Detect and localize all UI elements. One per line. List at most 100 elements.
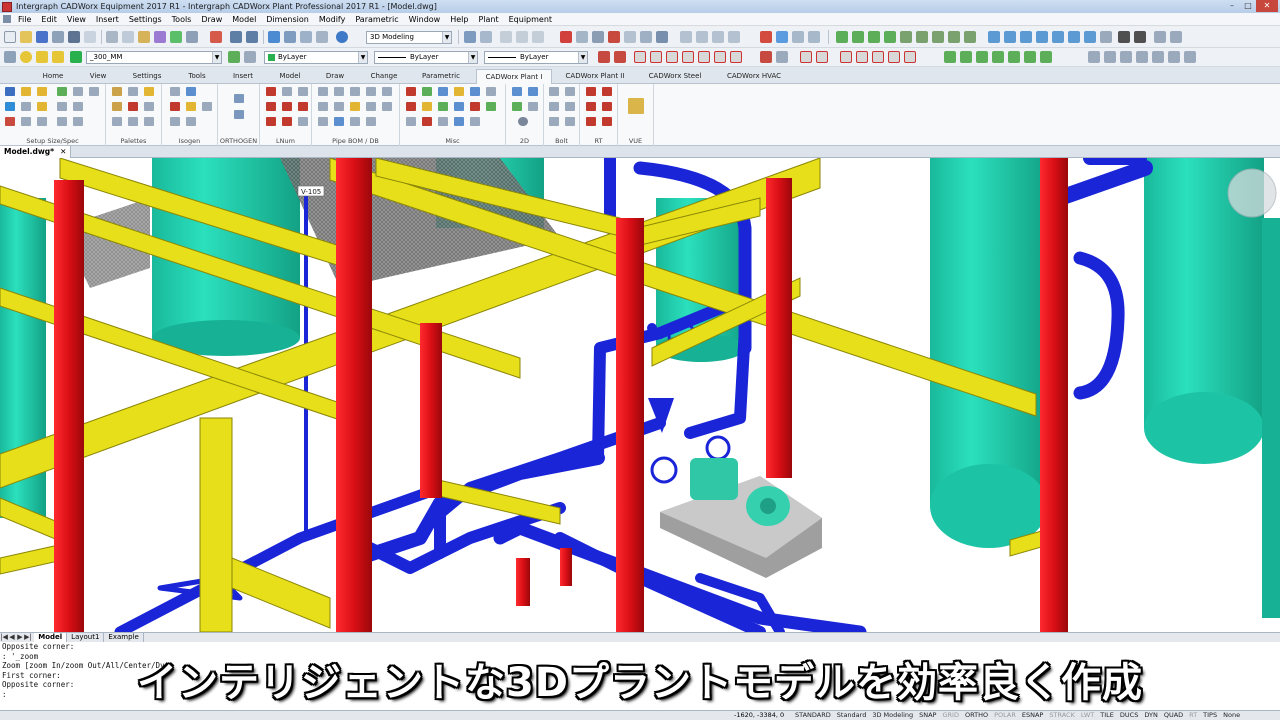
previous-layout-icon[interactable]: ◀: [8, 633, 16, 642]
zoom-object-icon[interactable]: [1152, 51, 1164, 63]
close-icon[interactable]: ✕: [60, 147, 66, 156]
lnum-view-icon[interactable]: [282, 117, 292, 126]
erase-icon[interactable]: [186, 31, 198, 43]
linetype-dropdown[interactable]: ByLayer ▼: [374, 51, 478, 64]
menu-parametric[interactable]: Parametric: [350, 15, 403, 24]
stop-icon[interactable]: [210, 31, 222, 43]
block-editor-icon[interactable]: [170, 31, 182, 43]
next-layout-icon[interactable]: ▶: [16, 633, 24, 642]
snap-quadrant-icon[interactable]: [682, 51, 694, 63]
snap-intersection-icon[interactable]: [650, 51, 662, 63]
ucs-icon[interactable]: [680, 31, 692, 43]
rt-stretch-icon[interactable]: [602, 117, 612, 126]
flange-icon[interactable]: [21, 117, 31, 126]
print-icon[interactable]: [68, 31, 80, 43]
valve-handwheel-3[interactable]: [650, 456, 678, 484]
view-front-icon[interactable]: [960, 51, 972, 63]
menu-draw[interactable]: Draw: [196, 15, 227, 24]
ucs-object-icon[interactable]: [712, 31, 724, 43]
tab-insert[interactable]: Insert: [222, 69, 264, 84]
isogen-yellow-icon[interactable]: [186, 102, 196, 111]
view-ne-iso-icon[interactable]: [1008, 51, 1020, 63]
misc-green-icon[interactable]: [438, 102, 448, 111]
spline-icon[interactable]: [932, 31, 944, 43]
view-cube-icon[interactable]: [576, 31, 588, 43]
inquiry-list-icon[interactable]: [840, 51, 852, 63]
isogen-export-icon[interactable]: [186, 87, 196, 96]
snap-perpendicular-icon[interactable]: [714, 51, 726, 63]
tab-cadworx-steel[interactable]: CADWorx Steel: [640, 69, 710, 84]
misc-gray-icon[interactable]: [406, 117, 416, 126]
bom-import-icon[interactable]: [350, 87, 360, 96]
misc-yellow-icon[interactable]: [422, 102, 432, 111]
shade-icon[interactable]: [640, 31, 652, 43]
misc-green-icon[interactable]: [486, 102, 496, 111]
steel-column-5[interactable]: [766, 178, 792, 478]
beam-bottom[interactable]: [231, 557, 331, 629]
warning-icon[interactable]: [144, 87, 154, 96]
tab-parametric[interactable]: Parametric: [414, 69, 468, 84]
menu-edit[interactable]: Edit: [36, 15, 62, 24]
menu-settings[interactable]: Settings: [124, 15, 167, 24]
misc-gray-icon[interactable]: [470, 117, 480, 126]
bolt-edit-icon[interactable]: [565, 102, 575, 111]
misc-gray-icon[interactable]: [486, 87, 496, 96]
app-menu-icon[interactable]: [3, 15, 11, 23]
lightbulb-icon[interactable]: [20, 51, 32, 63]
menu-insert[interactable]: Insert: [91, 15, 124, 24]
2d-settings-icon[interactable]: [528, 102, 538, 111]
zoom-out-icon[interactable]: [516, 31, 528, 43]
vue-icon[interactable]: [628, 98, 644, 114]
misc-green-icon[interactable]: [422, 87, 432, 96]
bom-settings-icon[interactable]: [318, 117, 328, 126]
db-sync-icon[interactable]: [382, 87, 392, 96]
extrude-icon[interactable]: [776, 31, 788, 43]
polyline-icon[interactable]: [852, 31, 864, 43]
main-size-icon[interactable]: [73, 87, 83, 96]
save-icon[interactable]: [36, 31, 48, 43]
steel-stub-2[interactable]: [560, 548, 572, 586]
bom-edit-icon[interactable]: [350, 102, 360, 111]
snap-settings-icon[interactable]: [776, 51, 788, 63]
last-layout-icon[interactable]: ▶|: [24, 633, 32, 642]
status-lwt[interactable]: LWT: [1078, 711, 1097, 720]
status-workspace[interactable]: 3D Modeling: [869, 711, 916, 720]
plot-preview-icon[interactable]: [84, 31, 96, 43]
layer-color-icon[interactable]: [70, 51, 82, 63]
setup-icon[interactable]: [57, 87, 67, 96]
menu-plant[interactable]: Plant: [473, 15, 503, 24]
status-grid[interactable]: GRID: [939, 711, 961, 720]
status-rt[interactable]: RT: [1186, 711, 1200, 720]
status-dyn[interactable]: DYN: [1141, 711, 1160, 720]
zoom-window-icon[interactable]: [300, 31, 312, 43]
block-icon[interactable]: [1154, 31, 1166, 43]
insulation-icon[interactable]: [57, 102, 67, 111]
tab-settings[interactable]: Settings: [124, 69, 170, 84]
pump-assembly[interactable]: [660, 458, 822, 578]
reducing-size-icon[interactable]: [89, 87, 99, 96]
layout-tab-model[interactable]: Model: [34, 633, 68, 642]
weld-icon[interactable]: [73, 102, 83, 111]
rotate-icon[interactable]: [1004, 31, 1016, 43]
save-as-icon[interactable]: [52, 31, 64, 43]
help-icon[interactable]: [336, 31, 348, 43]
pipe-upper-right[interactable]: [1052, 160, 1153, 206]
palette-icon[interactable]: [112, 87, 122, 96]
orthogen-icon[interactable]: [234, 94, 244, 103]
tab-cadworx-hvac[interactable]: CADWorx HVAC: [718, 69, 790, 84]
beam-vertical[interactable]: [199, 417, 233, 632]
status-esnap[interactable]: ESNAP: [1019, 711, 1046, 720]
steel-column-1[interactable]: [54, 180, 84, 632]
isogen-red-icon[interactable]: [170, 102, 180, 111]
table-icon[interactable]: [1100, 31, 1112, 43]
status-ducs[interactable]: DUCS: [1117, 711, 1141, 720]
offset-icon[interactable]: [1052, 31, 1064, 43]
palette-list-icon[interactable]: [112, 117, 122, 126]
tab-view[interactable]: View: [80, 69, 116, 84]
layer-dropdown[interactable]: _300_MM ▼: [86, 51, 222, 64]
text-icon[interactable]: [1118, 31, 1130, 43]
zoom-center-icon[interactable]: [1104, 51, 1116, 63]
tab-draw[interactable]: Draw: [316, 69, 354, 84]
render-icon[interactable]: [656, 31, 668, 43]
bolt-remove-icon[interactable]: [549, 102, 559, 111]
